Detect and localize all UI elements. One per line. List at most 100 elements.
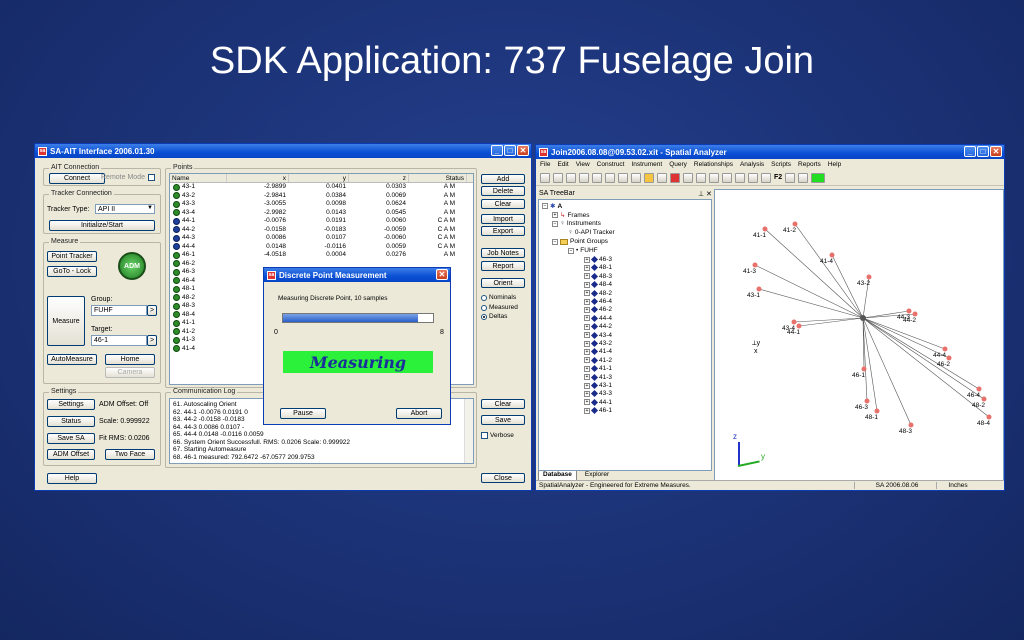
tree-point-item[interactable]: +43-1: [584, 381, 612, 390]
tree-point-item[interactable]: +48-1: [584, 264, 612, 272]
two-face-button[interactable]: Two Face: [105, 449, 155, 460]
sa-tree[interactable]: − ✱ A + ↳ Frames − ♀ Instruments ♀ 0-API…: [538, 199, 712, 471]
tree-group[interactable]: − • FUHF: [568, 247, 598, 254]
group-input[interactable]: FUHF: [91, 305, 147, 316]
point-tracker-button[interactable]: Point Tracker: [47, 251, 97, 262]
log-scrollbar[interactable]: [464, 399, 473, 463]
tree-point-item[interactable]: +43-3: [584, 390, 612, 398]
view-icon[interactable]: [657, 172, 667, 183]
ait-titlebar[interactable]: sa SA-AIT Interface 2006.01.30 _ □ ✕: [35, 144, 531, 158]
import-button[interactable]: Import: [481, 214, 525, 224]
person-icon[interactable]: [618, 172, 628, 183]
new-icon[interactable]: [540, 172, 550, 183]
pencil-icon[interactable]: [761, 172, 771, 183]
tree-point-item[interactable]: +48-2: [584, 289, 612, 297]
table-row[interactable]: 46-1 -4.0518 0.0004 0.0276 A M: [170, 251, 473, 260]
sa-close-icon[interactable]: ✕: [990, 146, 1002, 157]
menu-item-query[interactable]: Query: [669, 161, 687, 168]
table-row[interactable]: 44-1 -0.0076 0.0191 0.0060 C A M: [170, 217, 473, 226]
menu-item-scripts[interactable]: Scripts: [771, 161, 791, 168]
automeasure-button[interactable]: AutoMeasure: [47, 354, 97, 365]
graph-node[interactable]: [864, 398, 870, 404]
tree-point-item[interactable]: +44-1: [584, 398, 612, 406]
tree-point-item[interactable]: +46-4: [584, 297, 612, 306]
zoom-icon[interactable]: [709, 172, 719, 183]
graph-node[interactable]: [792, 221, 798, 227]
graph-node[interactable]: [906, 308, 912, 314]
tree-point-item[interactable]: +46-2: [584, 306, 612, 314]
col-z[interactable]: z: [349, 174, 409, 182]
open-folder-icon[interactable]: [553, 172, 563, 183]
goto-lock-button[interactable]: GoTo - Lock: [47, 266, 97, 277]
tree-point-groups[interactable]: − Point Groups: [552, 238, 608, 245]
sa-maximize-icon[interactable]: □: [977, 146, 989, 157]
home-button[interactable]: Home: [105, 354, 155, 365]
maximize-icon[interactable]: □: [504, 145, 516, 156]
group-picker-button[interactable]: >: [147, 305, 157, 316]
menu-item-view[interactable]: View: [576, 161, 590, 168]
tree-point-item[interactable]: +41-1: [584, 365, 612, 373]
col-y[interactable]: y: [289, 174, 349, 182]
clear-points-button[interactable]: Clear: [481, 199, 525, 209]
close-button[interactable]: Close: [481, 473, 525, 483]
sa-minimize-icon[interactable]: _: [964, 146, 976, 157]
measured-radio[interactable]: Measured: [481, 304, 518, 311]
color-swatch-icon[interactable]: [811, 172, 826, 183]
graph-node[interactable]: [829, 252, 835, 258]
measure-button[interactable]: Measure: [47, 296, 85, 346]
tree-point-item[interactable]: +48-3: [584, 272, 612, 280]
grid-icon[interactable]: [631, 172, 641, 183]
graph-node[interactable]: [908, 422, 914, 428]
database-icon[interactable]: [644, 172, 654, 183]
table-row[interactable]: 43-1 -2.9899 0.0401 0.0303 A M: [170, 183, 473, 192]
graph-node[interactable]: [752, 262, 758, 268]
abort-button[interactable]: Abort: [396, 408, 442, 419]
graph-node[interactable]: [981, 396, 987, 402]
minimize-icon[interactable]: _: [491, 145, 503, 156]
tree-point-item[interactable]: +44-2: [584, 323, 612, 331]
verbose-checkbox[interactable]: Verbose: [481, 432, 514, 439]
tree-tracker[interactable]: ♀ 0-API Tracker: [568, 229, 615, 236]
save-icon[interactable]: [566, 172, 576, 183]
clear-log-button[interactable]: Clear: [481, 399, 525, 409]
flag-icon[interactable]: [696, 172, 706, 183]
table-row[interactable]: 44-4 0.0148 -0.0116 0.0059 C A M: [170, 243, 473, 252]
save-log-button[interactable]: Save: [481, 415, 525, 425]
menu-item-analysis[interactable]: Analysis: [740, 161, 764, 168]
camera-button[interactable]: Camera: [105, 367, 155, 378]
menu-item-file[interactable]: File: [540, 161, 550, 168]
graph-node[interactable]: [791, 319, 797, 325]
graph-node[interactable]: [942, 346, 948, 352]
help-button[interactable]: Help: [47, 473, 97, 484]
graph-node[interactable]: [861, 366, 867, 372]
graph-node[interactable]: [912, 311, 918, 317]
adm-offset-button[interactable]: ADM Offset: [47, 449, 95, 460]
dialog-close-icon[interactable]: ✕: [436, 269, 448, 280]
pan-icon[interactable]: [722, 172, 732, 183]
graph-node[interactable]: [756, 286, 762, 292]
menu-item-help[interactable]: Help: [828, 161, 841, 168]
save-sa-button[interactable]: Save SA: [47, 433, 95, 444]
col-name[interactable]: Name: [170, 174, 227, 182]
tree-point-item[interactable]: +48-4: [584, 281, 612, 289]
close-icon[interactable]: ✕: [517, 145, 529, 156]
menu-item-construct[interactable]: Construct: [597, 161, 625, 168]
graph-node[interactable]: [976, 386, 982, 392]
deltas-radio[interactable]: Deltas: [481, 313, 507, 320]
tree-point-item[interactable]: +43-4: [584, 331, 612, 339]
connect-button[interactable]: Connect: [49, 173, 105, 184]
tracker-type-select[interactable]: API II ▼: [95, 204, 155, 214]
add-button[interactable]: Add: [481, 174, 525, 184]
initialize-start-button[interactable]: Initialize/Start: [49, 220, 155, 231]
table-row[interactable]: 43-2 -2.9841 0.0384 0.0069 A M: [170, 192, 473, 201]
enter-icon[interactable]: [785, 172, 796, 183]
status-button[interactable]: Status: [47, 416, 95, 427]
table-row[interactable]: 43-4 -2.9982 0.0143 0.0545 A M: [170, 209, 473, 218]
table-row[interactable]: 44-2 -0.0158 -0.0183 -0.0059 C A M: [170, 226, 473, 235]
tree-instruments[interactable]: − ♀ Instruments: [552, 220, 601, 227]
graph-node[interactable]: [946, 355, 952, 361]
zoom-in-icon[interactable]: [735, 172, 745, 183]
tracker-hub[interactable]: [860, 315, 866, 321]
graph-node[interactable]: [874, 408, 880, 414]
table-row[interactable]: 43-3 -3.0055 0.0098 0.0624 A M: [170, 200, 473, 209]
